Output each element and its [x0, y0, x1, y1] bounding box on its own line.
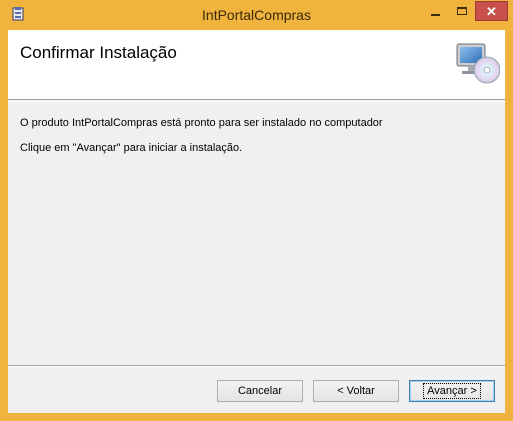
minimize-icon [430, 14, 440, 16]
close-button[interactable]: ✕ [475, 1, 508, 21]
close-icon: ✕ [486, 3, 497, 19]
next-button[interactable]: Avançar > [409, 380, 495, 402]
next-button-label: Avançar > [423, 383, 481, 399]
cancel-button[interactable]: Cancelar [217, 380, 303, 402]
banner-separator [8, 101, 505, 102]
ready-message: O produto IntPortalCompras está pronto p… [20, 117, 383, 129]
instruction-message: Clique em "Avançar" para iniciar a insta… [20, 142, 243, 154]
page-title: Confirmar Instalação [20, 43, 177, 62]
title-bar[interactable]: IntPortalCompras ✕ [0, 0, 513, 30]
footer-divider-highlight [8, 366, 505, 367]
header-banner: Confirmar Instalação [8, 30, 505, 100]
computer-cd-icon [456, 43, 500, 84]
minimize-button[interactable] [422, 1, 448, 21]
dialog-client-area: Confirmar Instalação O produto IntPortal… [8, 30, 505, 413]
maximize-button[interactable] [448, 1, 475, 21]
maximize-icon [456, 7, 467, 15]
installer-window: IntPortalCompras ✕ Confirmar Instalação [0, 0, 513, 421]
back-button[interactable]: < Voltar [313, 380, 399, 402]
